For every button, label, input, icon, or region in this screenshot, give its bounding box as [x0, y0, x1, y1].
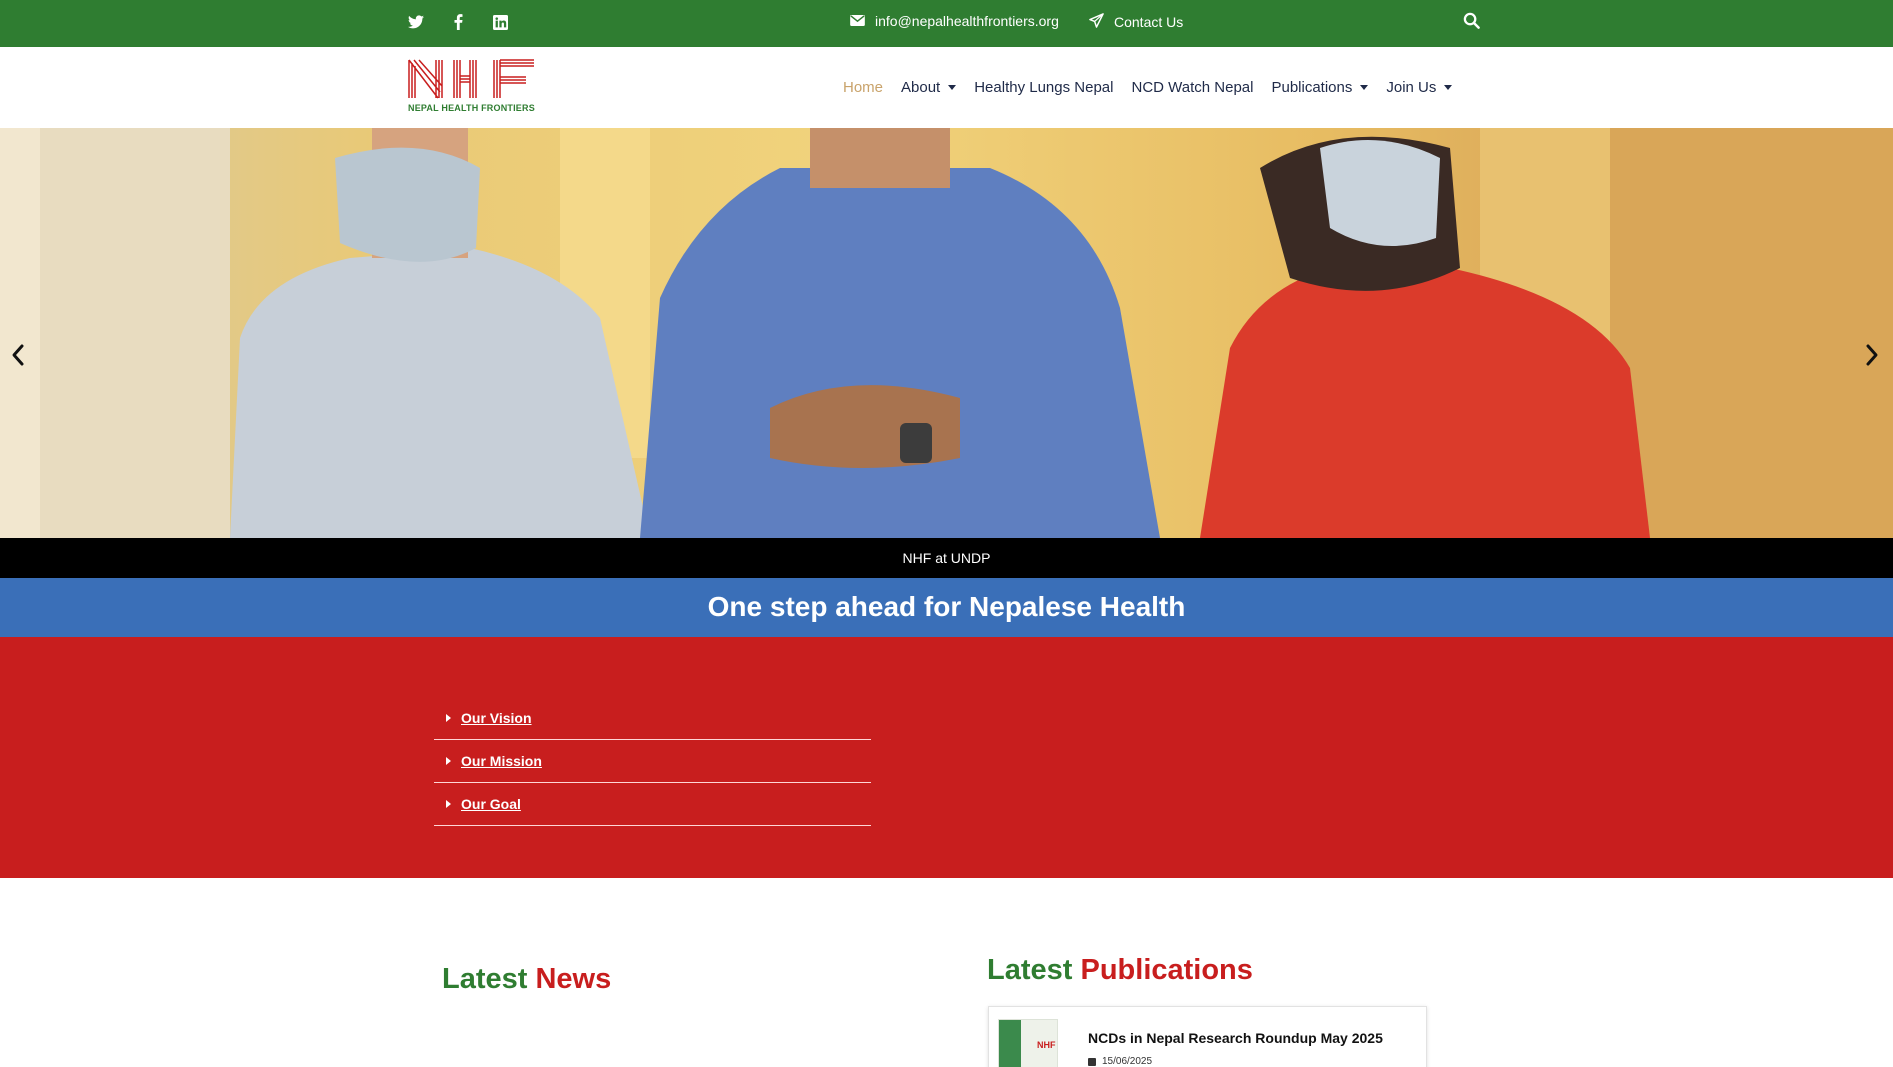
linkedin-icon[interactable] [490, 12, 510, 32]
nav-item-healthy-lungs-nepal[interactable]: Healthy Lungs Nepal [974, 79, 1113, 96]
slide-caption: NHF at UNDP [902, 550, 991, 566]
caret-right-icon [446, 757, 451, 765]
nav-label: Join Us [1386, 79, 1437, 96]
search-icon[interactable] [1463, 12, 1483, 32]
chevron-down-icon [1444, 85, 1453, 90]
heading-part: News [535, 963, 612, 995]
heading-part: Latest [987, 954, 1073, 986]
accordion-label: Our Goal [461, 796, 521, 812]
publication-title[interactable]: NCDs in Nepal Research Roundup May 2025 [1088, 1030, 1383, 1046]
nav-label: Home [843, 79, 884, 96]
contact-us-link[interactable]: Contact Us [1089, 13, 1183, 31]
caret-right-icon [446, 800, 451, 808]
chevron-down-icon [1360, 85, 1369, 90]
nav-item-ncd-watch-nepal[interactable]: NCD Watch Nepal [1131, 79, 1253, 96]
hero-slide-image [0, 128, 1893, 538]
publication-card[interactable]: NHF NCDs in Nepal Research Roundup May 2… [988, 1006, 1427, 1067]
nav-item-join-us[interactable]: Join Us [1386, 79, 1453, 96]
contact-us-label: Contact Us [1114, 14, 1184, 30]
accordion-item-our-mission[interactable]: Our Mission [434, 740, 871, 783]
twitter-icon[interactable] [406, 12, 426, 32]
about-section: Our Vision Our Mission Our Goal [0, 637, 1893, 878]
nav-item-about[interactable]: About [901, 79, 957, 96]
nav-item-home[interactable]: Home [843, 79, 883, 96]
nhf-logo-graphic [408, 59, 534, 99]
calendar-icon [1088, 1057, 1096, 1066]
about-accordion: Our Vision Our Mission Our Goal [434, 697, 871, 826]
site-header: NEPAL HEALTH FRONTIERS Home About Health… [0, 47, 1893, 128]
contact-email[interactable]: info@nepalhealthfrontiers.org [850, 13, 1059, 29]
thumbnail-strip [999, 1020, 1021, 1067]
publication-date: 15/06/2025 [1088, 1056, 1152, 1067]
site-logo[interactable]: NEPAL HEALTH FRONTIERS [408, 59, 536, 115]
tagline-bar: One step ahead for Nepalese Health [0, 578, 1893, 637]
publication-thumbnail: NHF [998, 1019, 1058, 1067]
tagline-text: One step ahead for Nepalese Health [707, 591, 1186, 622]
paper-plane-icon [1089, 13, 1104, 31]
slider-next-arrow[interactable] [1864, 343, 1882, 367]
nav-label: Publications [1271, 79, 1353, 96]
top-bar: info@nepalhealthfrontiers.org Contact Us [0, 0, 1893, 47]
publication-date-text: 15/06/2025 [1102, 1056, 1153, 1067]
thumbnail-logo: NHF [1037, 1040, 1056, 1050]
envelope-icon [850, 13, 865, 29]
heading-part: Publications [1080, 954, 1253, 986]
main-nav: Home About Healthy Lungs Nepal NCD Watch… [843, 79, 1470, 96]
slide-caption-bar: NHF at UNDP [0, 538, 1893, 578]
nav-label: NCD Watch Nepal [1131, 79, 1254, 96]
nav-label: Healthy Lungs Nepal [974, 79, 1114, 96]
caret-right-icon [446, 714, 451, 722]
hero-photo [0, 128, 1893, 538]
logo-subtitle: NEPAL HEALTH FRONTIERS [408, 103, 535, 113]
facebook-icon[interactable] [448, 12, 468, 32]
chevron-down-icon [948, 85, 957, 90]
accordion-item-our-vision[interactable]: Our Vision [434, 697, 871, 740]
accordion-label: Our Mission [461, 753, 542, 769]
accordion-item-our-goal[interactable]: Our Goal [434, 783, 871, 826]
slider-prev-arrow[interactable] [10, 343, 28, 367]
email-text: info@nepalhealthfrontiers.org [875, 13, 1059, 29]
nav-item-publications[interactable]: Publications [1271, 79, 1369, 96]
social-links [406, 12, 510, 32]
latest-publications-heading: Latest Publications [987, 954, 1253, 987]
nav-label: About [901, 79, 941, 96]
heading-part: Latest [442, 963, 528, 995]
accordion-label: Our Vision [461, 710, 532, 726]
latest-news-heading: Latest News [442, 963, 611, 996]
